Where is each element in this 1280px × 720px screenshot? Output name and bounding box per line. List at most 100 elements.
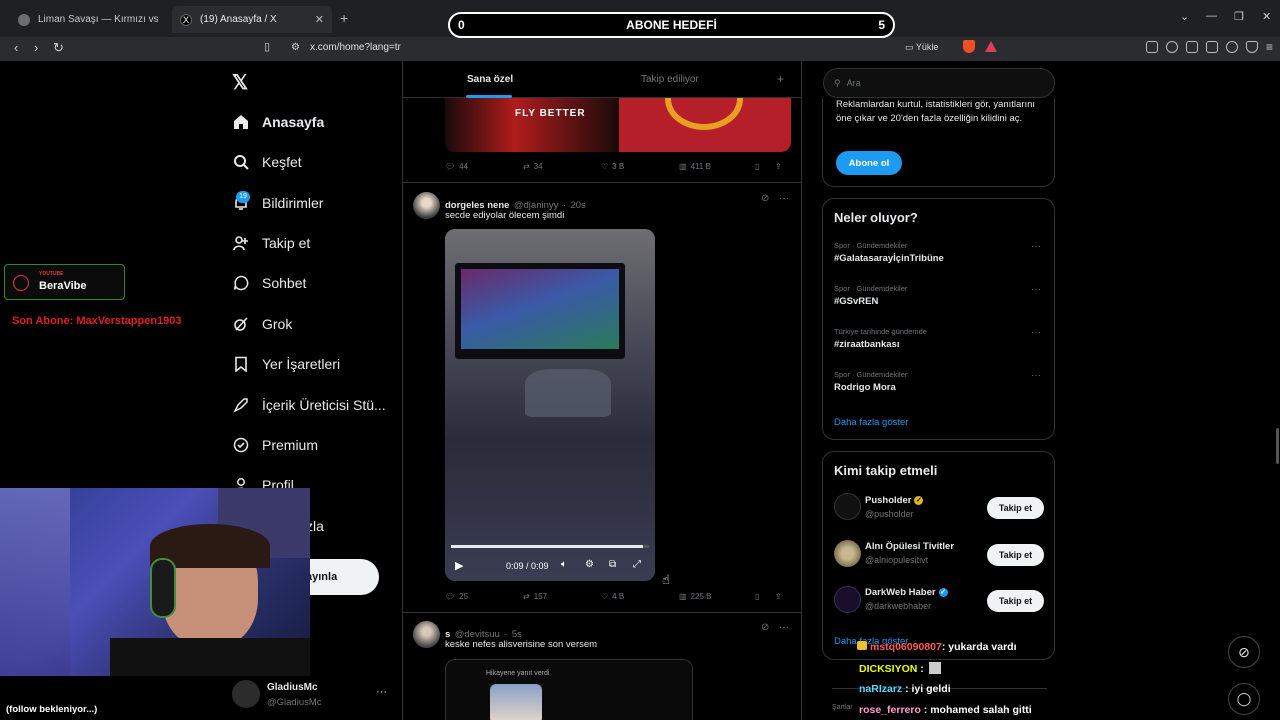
video-progress-track[interactable]	[451, 545, 649, 548]
post-button-label: ayınla	[306, 571, 338, 583]
premium-panel: Reklamlardan kurtul, istatistikleri gör,…	[822, 98, 1055, 187]
bookmark-page-icon[interactable]: ▯	[264, 40, 270, 53]
nav-follow[interactable]: Takip et	[232, 231, 310, 255]
search-input[interactable]: ⚲ Ara	[823, 68, 1055, 98]
account-avatar[interactable]	[232, 680, 260, 708]
bookmark-post-icon[interactable]: ▯	[755, 592, 775, 601]
follow-button[interactable]: Takip et	[987, 544, 1044, 566]
back-icon[interactable]: ‹	[14, 40, 18, 55]
suggestion-avatar[interactable]	[834, 493, 861, 520]
x-logo-icon[interactable]: 𝕏	[232, 70, 248, 95]
menu-icon[interactable]: ≡	[1266, 40, 1273, 54]
trend-item[interactable]: Türkiye tarihinde gündemde #ziraatbankas…	[834, 327, 1044, 350]
search-icon	[232, 153, 250, 171]
vpn-icon[interactable]	[1246, 41, 1258, 53]
fullscreen-icon[interactable]: ⤢	[633, 559, 641, 570]
messages-fab[interactable]: ◯	[1228, 683, 1260, 715]
grok-fab[interactable]: ⊘	[1228, 636, 1260, 668]
tab-list-chevron-icon[interactable]: ⌄	[1180, 10, 1189, 23]
nav-explore[interactable]: Keşfet	[232, 150, 302, 174]
page-scrollbar[interactable]	[1276, 428, 1279, 464]
new-tab-icon[interactable]: +	[340, 10, 348, 26]
trend-more-icon[interactable]: ···	[1031, 327, 1041, 338]
share-icon[interactable]: ⇪	[775, 162, 782, 171]
restore-icon[interactable]: ❐	[1234, 10, 1244, 23]
forward-icon[interactable]: ›	[34, 40, 38, 55]
play-icon[interactable]: ▶	[455, 559, 463, 572]
suggestion-avatar[interactable]	[834, 586, 861, 613]
add-tab-icon[interactable]: +	[777, 72, 784, 86]
story-thumbnail	[490, 684, 542, 720]
post-quote-media[interactable]: Hikayene yanıt verdi	[445, 659, 693, 720]
trends-show-more[interactable]: Daha fazla göster	[834, 417, 908, 428]
url-field[interactable]: x.com/home?lang=tr	[310, 42, 401, 53]
views-button[interactable]: ▥ 225 B	[679, 592, 755, 601]
suggestion-user[interactable]: DarkWeb Haber ✓ @darkwebhaber	[865, 587, 948, 611]
close-window-icon[interactable]: ✕	[1262, 10, 1271, 23]
trend-more-icon[interactable]: ···	[1031, 370, 1041, 381]
brave-rewards-icon[interactable]	[985, 41, 997, 52]
trend-name: #GSvREN	[834, 296, 879, 307]
brave-shield-icon[interactable]	[963, 40, 975, 53]
minimize-icon[interactable]: —	[1206, 10, 1217, 22]
nav-creator-studio[interactable]: İçerik Üreticisi Stü...	[232, 393, 386, 417]
reply-count: 25	[459, 592, 469, 601]
media-icon[interactable]	[1166, 41, 1178, 53]
bookmark-post-icon[interactable]: ▯	[755, 162, 775, 171]
follow-button[interactable]: Takip et	[987, 497, 1044, 519]
grok-icon: ⊘	[1238, 643, 1250, 660]
browser-tab-liman[interactable]: Liman Savaşı — Kırmızı vs Mavi	[10, 6, 166, 33]
tab-following[interactable]: Takip ediliyor	[641, 74, 699, 85]
grok-explain-icon[interactable]: ⊘	[761, 193, 769, 204]
post-more-icon[interactable]: ···	[779, 622, 789, 633]
nav-home[interactable]: Anasayfa	[232, 110, 324, 134]
wallet-icon[interactable]	[1206, 41, 1218, 53]
leo-icon[interactable]	[1226, 41, 1238, 53]
nav-chat[interactable]: Sohbet	[232, 271, 306, 295]
post-more-icon[interactable]: ···	[779, 193, 789, 204]
reload-icon[interactable]: ↻	[53, 40, 64, 56]
volume-icon[interactable]: 🔈︎	[561, 559, 567, 570]
nav-grok[interactable]: Grok	[232, 312, 292, 336]
trend-item[interactable]: Spor · Gündemdekiler #GSvREN	[834, 284, 1044, 307]
suggestion-user[interactable]: Alnı Öpülesi Tivitler @alniopulesitivt	[865, 541, 954, 565]
grok-explain-icon[interactable]: ⊘	[761, 622, 769, 633]
repost-button[interactable]: ⇄ 157	[523, 592, 601, 601]
extensions-icon[interactable]	[1146, 41, 1158, 53]
tab-for-you[interactable]: Sana özel	[467, 74, 513, 85]
follow-button[interactable]: Takip et	[987, 590, 1044, 612]
sidebar-icon[interactable]	[1186, 41, 1198, 53]
footer-terms-link[interactable]: Şartlar	[832, 704, 853, 711]
nav-bookmarks[interactable]: Yer İşaretleri	[232, 352, 340, 376]
settings-icon[interactable]: ⚙	[585, 559, 594, 570]
nav-premium[interactable]: Premium	[232, 433, 318, 457]
trend-item[interactable]: Spor · Gündemdekiler Rodrigo Mora	[834, 370, 1044, 393]
repost-button[interactable]: ⇄ 34	[523, 162, 601, 171]
trend-more-icon[interactable]: ···	[1031, 241, 1041, 252]
trend-item[interactable]: Spor · Gündemdekiler #GalatasarayİçinTri…	[834, 241, 1044, 264]
subscribe-button[interactable]: Abone ol	[836, 151, 902, 175]
account-menu-icon[interactable]: ···	[376, 686, 387, 698]
post-separator	[403, 612, 801, 613]
install-button[interactable]: ▭ Yükle	[905, 42, 938, 53]
post-video[interactable]: ▶ 0:09 / 0:09 🔈︎ ⚙ ⧉ ⤢	[445, 229, 655, 581]
like-button[interactable]: ♡ 4 B	[601, 592, 679, 601]
close-tab-icon[interactable]: ✕	[315, 13, 324, 26]
reply-button[interactable]: 💬︎ 25	[445, 592, 523, 601]
post-avatar[interactable]	[413, 192, 440, 219]
post-avatar[interactable]	[413, 621, 440, 648]
suggestion-avatar[interactable]	[834, 540, 861, 567]
share-icon[interactable]: ⇪	[775, 592, 782, 601]
search-icon: ⚲	[834, 77, 841, 88]
browser-tab-x[interactable]: X (19) Anasayfa / X ✕	[172, 6, 332, 33]
trend-more-icon[interactable]: ···	[1031, 284, 1041, 295]
views-button[interactable]: ▥ 411 B	[679, 162, 755, 171]
site-info-icon[interactable]: ⚙	[291, 42, 300, 53]
pip-icon[interactable]: ⧉	[609, 559, 616, 570]
post-media-top[interactable]: FLY BETTER	[445, 98, 791, 152]
suggestion-user[interactable]: Pusholder ✓ @pusholder	[865, 495, 924, 519]
post-time[interactable]: 20s	[570, 200, 585, 211]
like-button[interactable]: ♡ 3 B	[601, 162, 679, 171]
post1-actions: 💬︎ 25 ⇄ 157 ♡ 4 B ▥ 225 B ▯ ⇪	[445, 592, 791, 601]
reply-button[interactable]: 💬︎ 44	[445, 162, 523, 171]
